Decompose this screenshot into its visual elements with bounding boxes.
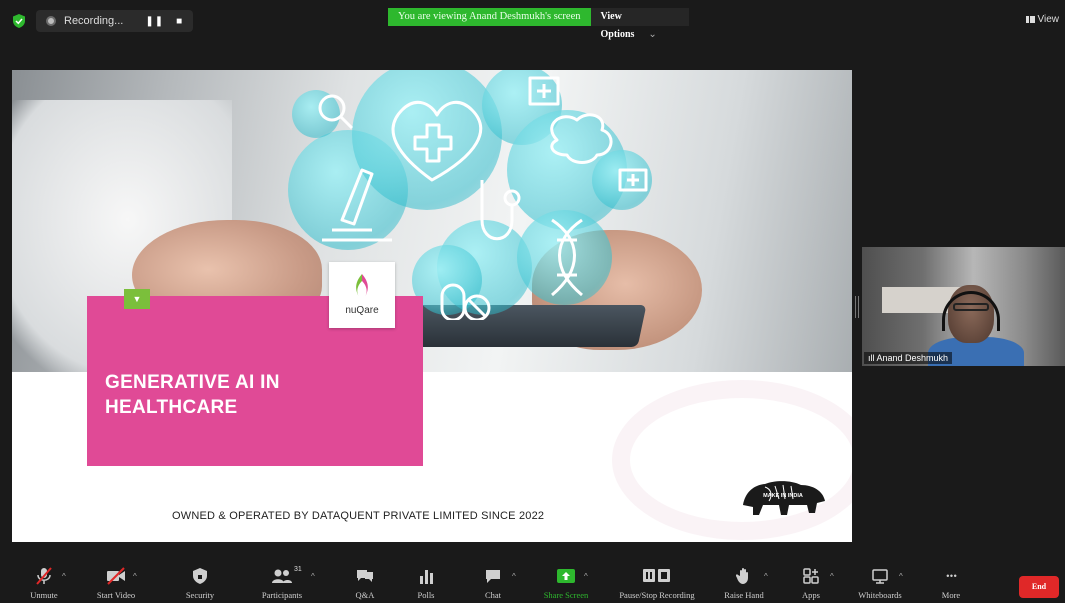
security-label: Security bbox=[185, 590, 215, 600]
pause-stop-recording-button[interactable]: Pause/Stop Recording bbox=[602, 566, 712, 600]
chat-button[interactable]: ^ Chat bbox=[453, 566, 533, 600]
qa-icon bbox=[357, 570, 373, 582]
raise-hand-icon bbox=[736, 568, 748, 584]
participants-icon bbox=[272, 569, 292, 583]
whiteboards-button[interactable]: ^ Whiteboards bbox=[840, 566, 920, 600]
chat-icon bbox=[486, 570, 500, 583]
participant-name-label: ıll Anand Deshmukh bbox=[864, 352, 953, 364]
chat-caret-icon[interactable]: ^ bbox=[512, 572, 516, 581]
view-label: View bbox=[1037, 14, 1060, 25]
more-label: More bbox=[941, 590, 961, 600]
triangle-down-icon: ▼ bbox=[124, 289, 150, 309]
nuqare-logo: nuQare bbox=[329, 262, 395, 328]
polls-label: Polls bbox=[417, 590, 435, 600]
raise-hand-label: Raise Hand bbox=[724, 590, 764, 600]
shield-icon bbox=[193, 568, 207, 584]
share-screen-label: Share Screen bbox=[543, 590, 589, 600]
share-screen-button[interactable]: ^ Share Screen bbox=[526, 566, 606, 600]
slide-footer-text: OWNED & OPERATED BY DATAQUENT PRIVATE LI… bbox=[172, 510, 545, 522]
view-button[interactable]: View bbox=[1025, 14, 1060, 25]
apps-label: Apps bbox=[802, 590, 820, 600]
polls-icon bbox=[420, 570, 433, 584]
viewing-banner-text: You are viewing Anand Deshmukh's screen bbox=[388, 8, 591, 26]
unmute-button[interactable]: ^ Unmute bbox=[4, 566, 84, 600]
view-options-label: View Options bbox=[600, 11, 635, 40]
apps-button[interactable]: ^ Apps bbox=[771, 566, 851, 600]
meeting-toolbar: ^ Unmute ^ Start Video Security 31 ^ Par… bbox=[0, 562, 1065, 603]
shield-icon[interactable] bbox=[12, 13, 26, 29]
mic-muted-icon bbox=[36, 567, 52, 585]
video-options-caret-icon[interactable]: ^ bbox=[133, 572, 137, 581]
share-screen-caret-icon[interactable]: ^ bbox=[584, 572, 588, 581]
make-in-india-lion-logo: MAKE IN INDIA bbox=[743, 481, 825, 515]
share-screen-icon bbox=[557, 569, 575, 583]
nuqare-flame-icon bbox=[356, 274, 368, 297]
participant-count: 31 bbox=[294, 566, 302, 573]
signal-strength-icon: ıll bbox=[868, 353, 875, 363]
pause-stop-recording-icon bbox=[643, 569, 670, 582]
whiteboard-icon bbox=[872, 569, 888, 584]
chat-label: Chat bbox=[484, 590, 502, 600]
recording-indicator: Recording... ❚❚ ■ bbox=[36, 10, 194, 32]
chevron-down-icon: ⌄ bbox=[648, 29, 657, 40]
recording-label: Recording... bbox=[64, 15, 124, 27]
raise-hand-caret-icon[interactable]: ^ bbox=[764, 572, 768, 581]
stop-recording-icon[interactable]: ■ bbox=[176, 16, 183, 27]
start-video-button[interactable]: ^ Start Video bbox=[76, 566, 156, 600]
participant-video-tile[interactable]: ıll Anand Deshmukh bbox=[862, 247, 1065, 366]
apps-caret-icon[interactable]: ^ bbox=[830, 572, 834, 581]
unmute-label: Unmute bbox=[30, 590, 58, 600]
view-layout-icon bbox=[1025, 16, 1035, 23]
video-off-icon bbox=[107, 567, 125, 585]
more-button[interactable]: • • • More bbox=[911, 566, 991, 600]
whiteboards-caret-icon[interactable]: ^ bbox=[899, 572, 903, 581]
pause-recording-icon[interactable]: ❚❚ bbox=[145, 16, 164, 27]
lion-logo-text: MAKE IN INDIA bbox=[763, 493, 803, 499]
security-button[interactable]: Security bbox=[160, 566, 240, 600]
participants-label: Participants bbox=[261, 590, 303, 600]
recording-dot-icon bbox=[46, 16, 56, 26]
whiteboards-label: Whiteboards bbox=[858, 590, 902, 600]
logo-text: nuQare bbox=[345, 305, 379, 316]
meeting-status-area: Recording... ❚❚ ■ bbox=[12, 10, 194, 32]
audio-options-caret-icon[interactable]: ^ bbox=[62, 572, 66, 581]
participant-name: Anand Deshmukh bbox=[876, 353, 949, 363]
pause-stop-recording-label: Pause/Stop Recording bbox=[619, 590, 695, 600]
shared-screen-slide: GENERATIVE AI IN HEALTHCARE ▼ nuQare OWN… bbox=[12, 70, 852, 542]
qa-label: Q&A bbox=[355, 590, 375, 600]
view-options-button[interactable]: View Options ⌄ bbox=[590, 8, 689, 40]
start-video-label: Start Video bbox=[96, 590, 136, 600]
end-meeting-button[interactable]: End bbox=[1019, 576, 1059, 598]
participants-caret-icon[interactable]: ^ bbox=[311, 572, 315, 581]
slide-title: GENERATIVE AI IN HEALTHCARE bbox=[105, 372, 280, 418]
more-icon: • • • bbox=[946, 571, 957, 581]
apps-icon bbox=[803, 568, 819, 584]
screen-share-banner: You are viewing Anand Deshmukh's screen … bbox=[388, 8, 689, 40]
participants-button[interactable]: 31 ^ Participants bbox=[242, 566, 322, 600]
panel-resize-handle[interactable] bbox=[855, 296, 859, 318]
